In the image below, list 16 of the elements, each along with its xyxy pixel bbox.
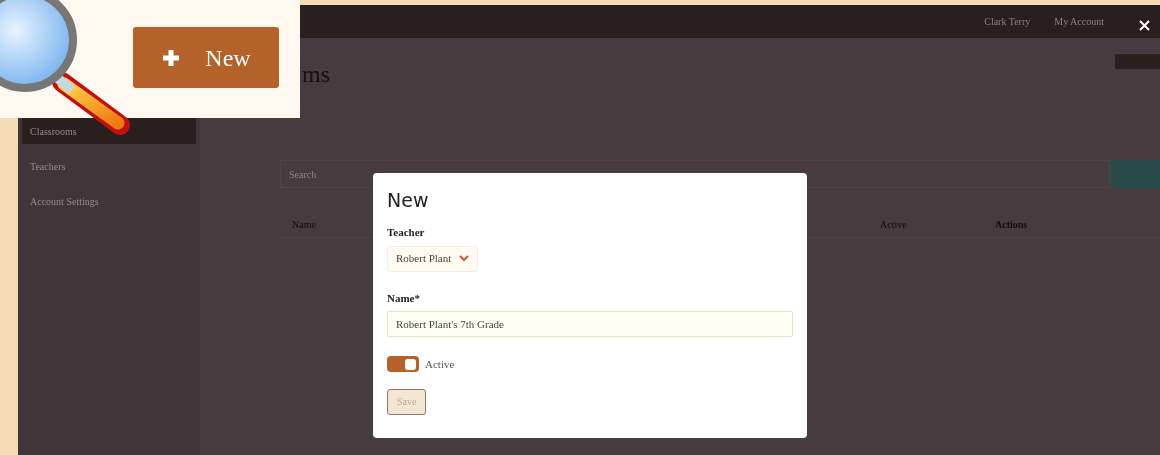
new-button[interactable]: New bbox=[133, 27, 279, 88]
close-icon[interactable] bbox=[1139, 20, 1150, 31]
sidebar-item[interactable]: Teachers bbox=[22, 153, 196, 179]
chevron-down-icon bbox=[459, 255, 470, 262]
sidebar-item[interactable]: Account Settings bbox=[22, 188, 196, 214]
toggle-label: Active bbox=[425, 357, 455, 372]
nav-link[interactable]: My Account bbox=[1054, 14, 1104, 29]
nav-link[interactable]: Clark Terry bbox=[984, 14, 1031, 29]
field-label: Teacher bbox=[387, 225, 425, 240]
sidebar-item[interactable]: Classrooms bbox=[22, 118, 196, 144]
modal-title: New bbox=[387, 191, 429, 210]
plus-icon bbox=[161, 47, 182, 68]
name-field[interactable]: Robert Plant's 7th Grade bbox=[387, 311, 793, 337]
teacher-select[interactable]: Robert Plant bbox=[387, 245, 479, 272]
active-toggle[interactable] bbox=[387, 356, 419, 373]
field-label: Name* bbox=[387, 290, 420, 306]
